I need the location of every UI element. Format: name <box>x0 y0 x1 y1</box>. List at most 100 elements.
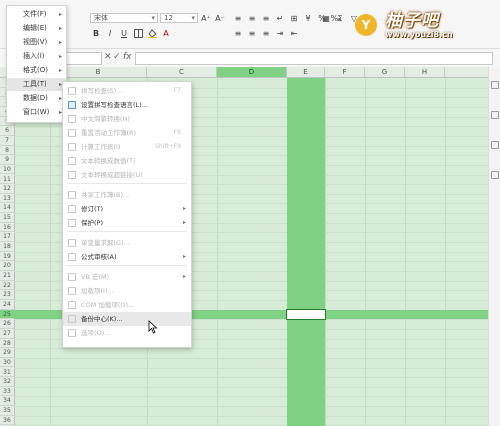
row-header-33[interactable]: 33 <box>0 387 14 397</box>
row-header-22[interactable]: 22 <box>0 281 14 291</box>
table-style-icon[interactable]: ▦ <box>320 13 332 24</box>
merge-cells-icon[interactable]: ⊞ <box>288 13 300 24</box>
font-size-select[interactable]: 12 <box>160 13 198 23</box>
align-center-icon[interactable]: ≡ <box>246 28 258 39</box>
column-header-h[interactable]: H <box>405 67 445 77</box>
indent-icon[interactable]: ⇥ <box>274 28 286 39</box>
italic-button[interactable]: I <box>104 28 116 39</box>
submenu-item-track-changes[interactable]: 修订(T) ▸ <box>63 202 191 216</box>
submenu-item-formula-audit[interactable]: 公式审核(A) ▸ <box>63 250 191 264</box>
outdent-icon[interactable]: ⇤ <box>288 28 300 39</box>
font-name-select[interactable]: 宋体 <box>90 13 158 23</box>
align-right-icon[interactable]: ≡ <box>260 28 272 39</box>
format-row: B I U A <box>90 27 172 39</box>
submenu-item-spell-language[interactable]: 设置拼写检查语言(L)... <box>63 98 191 112</box>
align-bottom-icon[interactable]: ≡ <box>260 13 272 24</box>
select-icon[interactable] <box>491 81 499 89</box>
row-header-11[interactable]: 11 <box>0 175 14 185</box>
fill-color-button[interactable] <box>146 28 158 39</box>
com-addin-icon <box>68 301 76 309</box>
row-header-21[interactable]: 21 <box>0 271 14 281</box>
row-header-29[interactable]: 29 <box>0 348 14 358</box>
wrap-text-icon[interactable]: ↵ <box>274 13 286 24</box>
formula-input[interactable] <box>135 52 493 65</box>
row-header-12[interactable]: 12 <box>0 184 14 194</box>
menu-item-label: 文件(F) <box>23 10 47 18</box>
row-header-17[interactable]: 17 <box>0 232 14 243</box>
addin-icon <box>68 287 76 295</box>
row-header-26[interactable]: 26 <box>0 319 14 329</box>
row-header-28[interactable]: 28 <box>0 339 14 349</box>
row-header-36[interactable]: 36 <box>0 416 14 426</box>
font-size-up-button[interactable]: A⁺ <box>200 13 212 24</box>
chevron-right-icon: ▸ <box>58 11 62 18</box>
align-top-icon[interactable]: ≡ <box>232 13 244 24</box>
row-header-27[interactable]: 27 <box>0 329 14 339</box>
row-header-14[interactable]: 14 <box>0 203 14 214</box>
active-cell[interactable] <box>286 308 326 321</box>
row-header-24[interactable]: 24 <box>0 300 14 310</box>
menu-item-data[interactable]: 数据(D) ▸ <box>7 92 66 105</box>
column-header-f[interactable]: F <box>325 67 365 77</box>
submenu-item-protection[interactable]: 保护(P) ▸ <box>63 216 191 230</box>
row-header-18[interactable]: 18 <box>0 242 14 252</box>
chevron-right-icon: ▸ <box>58 25 62 32</box>
row-header-15[interactable]: 15 <box>0 213 14 223</box>
font-name-value: 宋体 <box>94 14 108 22</box>
row-header-8[interactable]: 8 <box>0 146 14 156</box>
goal-seek-icon <box>68 239 76 247</box>
row-header-25[interactable]: 25 <box>0 309 14 320</box>
row-header-10[interactable]: 10 <box>0 165 14 175</box>
column-header-g[interactable]: G <box>365 67 405 77</box>
grid-row-line <box>14 406 500 408</box>
close-icon[interactable]: ✕ <box>104 52 112 62</box>
row-header-13[interactable]: 13 <box>0 194 14 204</box>
align-middle-icon[interactable]: ≡ <box>246 13 258 24</box>
main-menu: 文件(F) ▸ 编辑(E) ▸ 视图(V) ▸ 插入(I) ▸ 格式(O) ▸ 工具(T) ▸ 数据(D… <box>6 5 67 123</box>
submenu-item-label: 修订(T) <box>81 205 104 213</box>
align-left-icon[interactable]: ≡ <box>232 28 244 39</box>
menu-item-tools[interactable]: 工具(T) ▸ <box>7 78 66 91</box>
chevron-right-icon: ▸ <box>182 219 186 226</box>
row-header-32[interactable]: 32 <box>0 377 14 387</box>
row-header-19[interactable]: 19 <box>0 252 14 262</box>
column-header-e[interactable]: E <box>287 67 325 77</box>
row-header-20[interactable]: 20 <box>0 261 14 271</box>
menu-item-edit[interactable]: 编辑(E) ▸ <box>7 22 66 35</box>
row-header-30[interactable]: 30 <box>0 358 14 368</box>
format-icon[interactable] <box>491 141 499 149</box>
submenu-item-label: 重置活动工作簿(R) <box>81 129 137 137</box>
font-row: 宋体 12 A⁺ A⁻ <box>90 12 226 24</box>
border-button[interactable] <box>132 28 144 39</box>
row-header-7[interactable]: 7 <box>0 136 14 146</box>
row-header-34[interactable]: 34 <box>0 396 14 407</box>
grid-row-line <box>14 415 500 417</box>
tools-submenu: 拼写检查(S)... F7 设置拼写检查语言(L)... 中文简繁转换(H) 重置活动工… <box>62 81 192 348</box>
sum-icon[interactable]: Σ <box>334 13 346 24</box>
menu-item-window[interactable]: 窗口(W) ▸ <box>7 106 66 119</box>
font-size-down-button[interactable]: A⁻ <box>214 13 226 24</box>
row-header-23[interactable]: 23 <box>0 290 14 300</box>
help-icon[interactable] <box>491 171 499 179</box>
menu-item-format[interactable]: 格式(O) ▸ <box>7 64 66 77</box>
menu-item-insert[interactable]: 插入(I) ▸ <box>7 50 66 63</box>
menu-item-label: 格式(O) <box>23 66 48 74</box>
row-header-31[interactable]: 31 <box>0 368 14 378</box>
property-icon[interactable] <box>491 111 499 119</box>
fx-button[interactable]: fx <box>123 52 132 62</box>
check-icon[interactable]: ✓ <box>113 52 121 62</box>
column-header-d[interactable]: D <box>217 67 287 77</box>
menu-item-file[interactable]: 文件(F) ▸ <box>7 8 66 21</box>
row-header-6[interactable]: 6 <box>0 126 14 136</box>
menu-item-view[interactable]: 视图(V) ▸ <box>7 36 66 49</box>
bold-button[interactable]: B <box>90 28 102 39</box>
column-header-c[interactable]: C <box>147 67 217 77</box>
currency-icon[interactable]: ¥ <box>302 13 314 24</box>
row-header-35[interactable]: 35 <box>0 406 14 416</box>
submenu-item-backup-center[interactable]: 备份中心(K)... <box>63 312 191 326</box>
underline-button[interactable]: U <box>118 28 130 39</box>
font-color-button[interactable]: A <box>160 28 172 39</box>
row-header-9[interactable]: 9 <box>0 155 14 165</box>
grid-row-line <box>14 396 500 398</box>
row-header-16[interactable]: 16 <box>0 223 14 233</box>
